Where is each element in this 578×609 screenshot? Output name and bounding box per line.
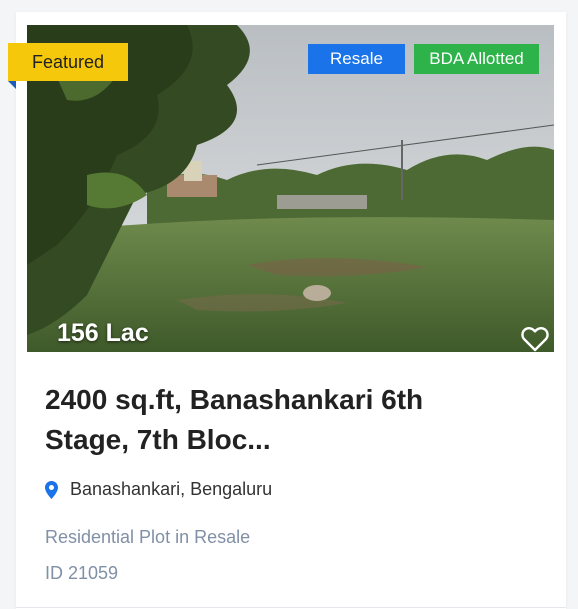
property-card[interactable]: Featured 156 Lac Resale BDA Allotted 240…	[8, 12, 566, 609]
listing-title[interactable]: 2400 sq.ft, Banashankari 6th Stage, 7th …	[45, 380, 505, 460]
bda-allotted-badge: BDA Allotted	[414, 44, 539, 74]
price-label: 156 Lac	[57, 319, 149, 347]
heart-outline-icon[interactable]	[521, 326, 549, 352]
property-type: Residential Plot in Resale	[45, 527, 251, 547]
map-pin-icon	[45, 480, 58, 499]
featured-label: Featured	[31, 51, 105, 72]
bda-badge-label: BDA Allotted	[429, 49, 524, 68]
location: Banashankari, Bengaluru	[45, 479, 272, 500]
property-id: ID 21059	[45, 563, 119, 583]
card-divider	[16, 607, 566, 608]
featured-ribbon: Featured	[8, 43, 128, 81]
location-text: Banashankari, Bengaluru	[70, 479, 273, 499]
resale-badge: Resale	[308, 44, 405, 74]
resale-badge-label: Resale	[330, 49, 383, 68]
featured-ribbon-fold	[8, 81, 16, 89]
